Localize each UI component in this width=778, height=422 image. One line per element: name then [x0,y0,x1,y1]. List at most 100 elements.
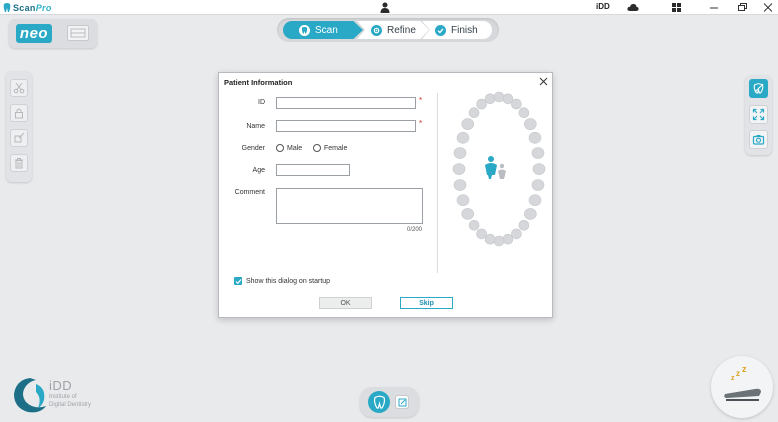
tooth-shape [453,147,467,159]
step-finish[interactable]: Finish [422,21,492,39]
id-input[interactable] [276,97,416,109]
tooth-shape [511,98,522,110]
gender-female-radio[interactable]: Female [313,144,347,152]
right-toolbar [745,75,772,155]
app-logo: ScanPro [3,2,52,13]
edit-icon [398,398,406,406]
delete-tool-button[interactable] [10,154,28,172]
tooth-shape [531,147,545,159]
dialog-divider [437,93,438,273]
show-on-startup-checkbox[interactable]: Show this dialog on startup [234,277,330,285]
scanner-mode-panel: neo [9,19,97,48]
camera-icon [752,135,765,145]
gear-icon [371,24,382,36]
name-input[interactable] [276,120,416,132]
edit-button[interactable] [395,395,409,409]
patient-figures-icon [485,156,506,179]
tooth-shape [502,233,514,245]
age-label: Age [252,167,265,174]
snapshot-button[interactable] [749,130,768,149]
svg-text:z: z [736,369,740,378]
name-required-mark: * [419,119,423,128]
step-refine-label: Refine [387,24,416,36]
title-bar: ScanPro iDD [0,0,778,15]
tooth-icon [373,395,385,409]
step-finish-label: Finish [451,24,478,36]
cut-tool-button[interactable] [10,79,28,97]
skip-button[interactable]: Skip [400,297,453,309]
close-icon[interactable] [539,77,548,86]
age-input[interactable] [276,164,350,176]
step-refine[interactable]: Refine [357,21,429,39]
left-toolbar [6,71,32,182]
id-label: ID [258,99,265,106]
patient-info-dialog: Patient Information ID * Name * Gender M… [218,72,553,318]
tooth-texture-icon [753,83,764,94]
logo-main-text: Scan [13,2,36,13]
radio-circle [313,144,321,152]
tooth-shape [476,228,487,240]
logo-suffix-text: Pro [35,2,52,13]
svg-text:z: z [742,364,747,374]
tooth-shape [532,163,546,175]
lock-icon [15,108,23,119]
gender-male-label: Male [287,144,303,152]
footer-brand-line1: Institute of [49,394,77,400]
tooth-shape [524,118,537,130]
scan-step-icon [299,24,310,36]
tooth-shape [493,235,505,247]
footer-brand-name: iDD [49,378,73,393]
scissors-icon [13,82,25,94]
comment-counter: 0/200 [407,227,423,233]
checkbox-checked-icon [234,277,242,285]
restore-icon[interactable] [736,2,748,13]
step-scan-label: Scan [315,24,338,36]
eraser-brush-icon [14,132,25,143]
ok-button[interactable]: OK [319,297,372,309]
tooth-shape [484,233,496,245]
show-on-startup-label: Show this dialog on startup [246,277,331,285]
trash-icon [15,158,23,169]
scanner-status[interactable]: z z z [711,356,773,418]
fit-view-button[interactable] [749,105,768,124]
step-scan[interactable]: Scan [283,21,363,39]
close-window-icon[interactable] [762,2,774,13]
tooth-shape [528,131,542,144]
gender-label: Gender [241,145,265,152]
tooth-shape [461,118,475,130]
name-label: Name [246,123,265,130]
footer-brand-line2: Digital Dentistry [49,402,92,408]
tooth-logo-icon [3,2,11,12]
apps-grid-icon[interactable] [672,3,681,12]
mode-neo-button[interactable]: neo [16,24,52,43]
tooth-shape [453,179,467,191]
tooth-shape [476,98,487,110]
workflow-stepper: Scan Refine Finish [277,18,499,42]
expand-icon [752,108,765,121]
gender-male-radio[interactable]: Male [276,144,302,152]
tooth-shape [502,93,514,105]
tooth-shape [493,91,505,103]
checkmark-icon [435,24,446,36]
brand-label[interactable]: iDD [596,2,610,11]
tooth-shape [484,93,496,105]
user-icon[interactable] [380,2,390,13]
id-required-mark: * [419,96,423,105]
cloud-icon[interactable] [627,3,639,12]
tooth-shape [456,131,470,144]
tooth-view-button[interactable] [368,391,390,413]
tooth-shape [531,179,545,191]
tooth-shape [518,220,530,231]
comment-textarea[interactable] [276,188,423,224]
lock-tool-button[interactable] [10,104,28,122]
bottom-toolbar [360,387,419,417]
tooth-shape [461,208,475,220]
mode-alternate-button[interactable] [67,25,89,41]
dialog-title: Patient Information [224,78,293,87]
scanner-sleep-icon: z z z [724,364,761,401]
minimize-icon[interactable] [708,2,720,13]
brush-tool-button[interactable] [10,129,28,147]
texture-toggle-button[interactable] [749,79,768,98]
tooth-shape [456,194,470,206]
tooth-shape [524,208,537,220]
